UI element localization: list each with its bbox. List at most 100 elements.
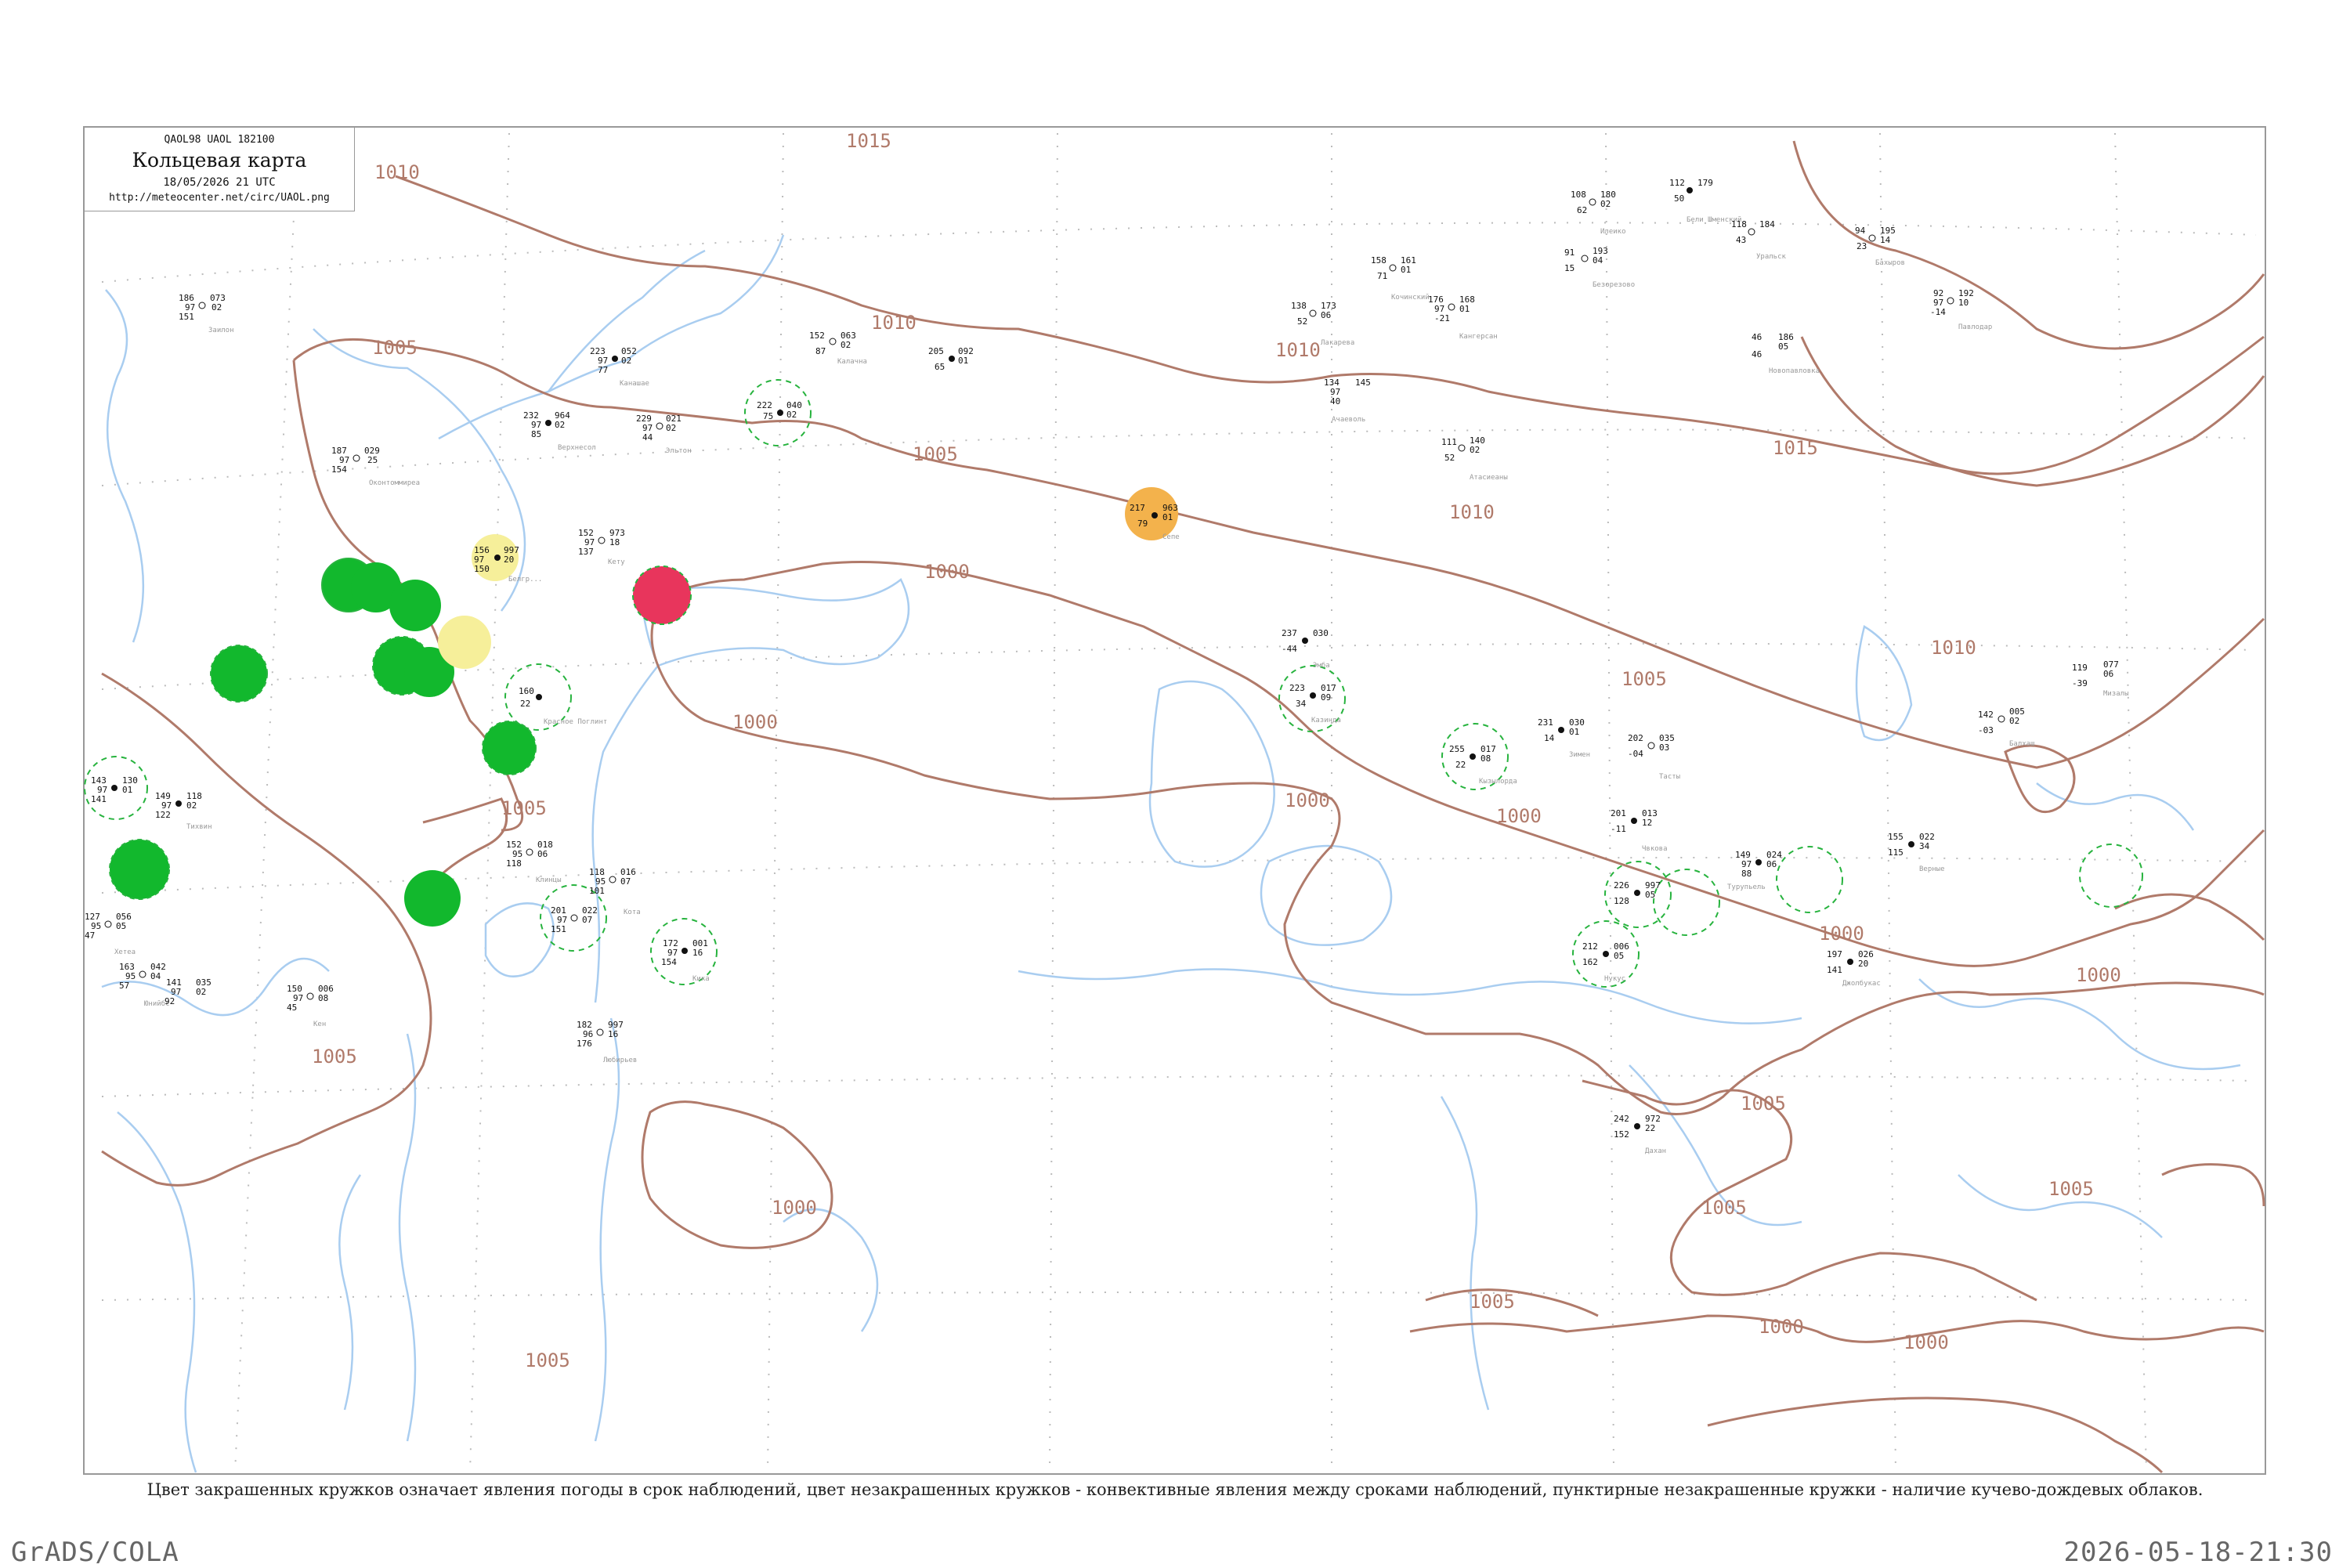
svg-text:Кангерсан: Кангерсан xyxy=(1459,333,1498,341)
station-dot xyxy=(104,920,112,928)
station-plot: 242152 97222 Дахан xyxy=(1614,1114,1666,1155)
river xyxy=(783,1208,879,1332)
svg-text:02: 02 xyxy=(555,420,565,430)
svg-text:08: 08 xyxy=(318,993,328,1003)
station-dot xyxy=(175,800,182,807)
station-dot xyxy=(1309,309,1317,317)
svg-text:151: 151 xyxy=(551,924,566,934)
isobar-label: 1000 xyxy=(1496,805,1542,827)
svg-text:137: 137 xyxy=(578,547,594,557)
weather-circle-red xyxy=(632,565,692,625)
svg-text:154: 154 xyxy=(331,464,347,475)
svg-text:79: 79 xyxy=(1137,518,1148,529)
isobar-label: 1000 xyxy=(924,561,970,583)
svg-text:160: 160 xyxy=(519,686,534,696)
weather-circle-green xyxy=(109,839,170,900)
svg-text:02: 02 xyxy=(2009,716,2019,726)
svg-text:40: 40 xyxy=(1330,396,1340,406)
svg-text:Кика: Кика xyxy=(692,975,710,983)
isobar-label: 1005 xyxy=(525,1349,570,1371)
station-dot xyxy=(1687,187,1693,193)
station-dot xyxy=(1634,1123,1640,1129)
svg-text:118: 118 xyxy=(506,858,522,869)
isobar-1015 xyxy=(1800,336,2265,487)
station-plot: 20197151 02207 xyxy=(551,905,598,934)
svg-text:01: 01 xyxy=(1162,512,1173,522)
station-dot xyxy=(306,992,314,1000)
svg-text:Кочинский: Кочинский xyxy=(1391,294,1430,302)
svg-text:226: 226 xyxy=(1614,880,1629,891)
svg-text:88: 88 xyxy=(1741,869,1752,879)
svg-text:118: 118 xyxy=(1731,219,1747,229)
isobar-label: 1015 xyxy=(846,130,891,152)
station-dot xyxy=(1647,742,1655,750)
weather-circles xyxy=(109,487,1178,927)
weather-circle-green xyxy=(482,721,537,775)
svg-text:20: 20 xyxy=(1858,959,1868,969)
station-plot: 15871 16101 Кочинский xyxy=(1371,255,1430,302)
station-dot xyxy=(1302,638,1308,644)
river xyxy=(484,902,555,977)
station-plot: 1639557 04204 Юнийбс xyxy=(119,962,170,1008)
svg-text:23: 23 xyxy=(1856,241,1867,251)
svg-text:22: 22 xyxy=(1455,760,1466,770)
svg-text:-03: -03 xyxy=(1978,725,1994,735)
svg-text:05: 05 xyxy=(1645,890,1655,900)
svg-text:138: 138 xyxy=(1291,301,1307,311)
river xyxy=(338,1174,362,1411)
isobar-label: 1005 xyxy=(312,1046,357,1068)
station-dot xyxy=(1558,727,1564,733)
svg-text:122: 122 xyxy=(155,810,171,820)
station-plot: 237 -44 030 Эмба xyxy=(1282,628,1330,670)
svg-text:01: 01 xyxy=(1569,727,1579,737)
software-credit: GrADS/COLA xyxy=(11,1537,179,1568)
svg-text:155: 155 xyxy=(1888,832,1904,842)
svg-text:10: 10 xyxy=(1958,298,1969,308)
station-plot: 1279547 05605 Хетеа xyxy=(85,912,136,956)
weather-circle-yellow xyxy=(438,616,491,669)
isobar-label: 1000 xyxy=(2076,964,2121,986)
river xyxy=(594,1017,620,1442)
isobar-label: 1005 xyxy=(2048,1178,2094,1200)
svg-text:Ачаеволь: Ачаеволь xyxy=(1332,416,1365,424)
svg-text:65: 65 xyxy=(935,362,945,372)
isobar-1005-coast xyxy=(1409,1314,2265,1343)
svg-text:46: 46 xyxy=(1752,349,1762,359)
isobar-label: 1010 xyxy=(1449,501,1495,523)
isobar-label: 1005 xyxy=(1741,1093,1786,1115)
svg-text:Тихвин: Тихвин xyxy=(186,823,212,831)
svg-text:108: 108 xyxy=(1571,190,1586,200)
svg-text:201: 201 xyxy=(1611,808,1626,818)
svg-text:02: 02 xyxy=(786,410,797,420)
svg-text:07: 07 xyxy=(582,915,592,925)
station-plot: 119-39 07706 Мизалы xyxy=(2072,659,2129,698)
svg-text:Верхнесол: Верхнесол xyxy=(558,444,596,452)
svg-text:184: 184 xyxy=(1759,219,1775,229)
isobar-label: 1005 xyxy=(1470,1291,1515,1313)
svg-text:Дахан: Дахан xyxy=(1645,1147,1666,1155)
svg-text:07: 07 xyxy=(620,876,631,887)
station-dot xyxy=(494,555,501,561)
isobar-label: 1000 xyxy=(1285,789,1330,811)
station-dot xyxy=(1152,512,1158,518)
svg-text:Тасты: Тасты xyxy=(1659,773,1680,781)
svg-text:128: 128 xyxy=(1614,896,1629,906)
station-dot xyxy=(198,302,206,309)
station-dot xyxy=(1470,753,1476,760)
svg-text:87: 87 xyxy=(815,346,826,356)
svg-text:Верные: Верные xyxy=(1919,865,1945,873)
svg-text:01: 01 xyxy=(122,785,132,795)
map-title-box: QAOL98 UAOL 182100 Кольцевая карта 18/05… xyxy=(84,127,355,211)
station-plot: 15287 06302 Калачна xyxy=(809,331,867,366)
svg-text:71: 71 xyxy=(1377,271,1387,281)
station-plot: 22275 04002 xyxy=(757,400,802,421)
svg-text:02: 02 xyxy=(212,302,222,313)
isobar-label: 1015 xyxy=(1773,437,1818,459)
synoptic-map: 1015 1010 1005 1010 1005 1010 1005 1015 … xyxy=(83,126,2266,1475)
svg-text:02: 02 xyxy=(196,987,206,997)
station-plot: 118 43 184 Уральск xyxy=(1731,219,1787,261)
map-code: QAOL98 UAOL 182100 xyxy=(164,134,275,146)
svg-text:34: 34 xyxy=(1296,699,1307,709)
svg-text:18: 18 xyxy=(609,537,620,547)
station-dot xyxy=(656,422,663,430)
